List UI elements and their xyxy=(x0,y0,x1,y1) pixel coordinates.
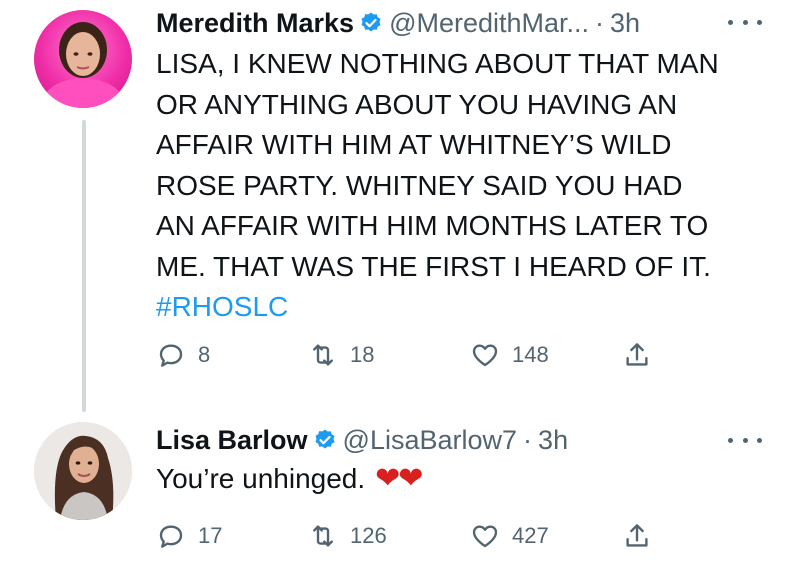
tweet-text-line: ROSE PARTY. WHITNEY SAID YOU HAD xyxy=(156,169,683,201)
like-button[interactable]: 148 xyxy=(470,335,549,375)
retweet-count: 18 xyxy=(350,342,375,367)
more-icon[interactable] xyxy=(728,430,762,450)
share-icon xyxy=(626,343,648,366)
heart-icon xyxy=(472,525,498,548)
share-button[interactable] xyxy=(622,335,664,375)
tweet-header: Meredith Marks @MeredithMar... · 3h xyxy=(156,5,640,41)
tweet-actions: 17 126 427 xyxy=(156,516,676,556)
avatar-portrait xyxy=(40,22,126,108)
retweet-button[interactable]: 18 xyxy=(308,335,374,375)
like-count: 427 xyxy=(512,523,549,548)
reply-button[interactable]: 17 xyxy=(156,516,222,556)
avatar[interactable] xyxy=(34,10,132,108)
reply-count: 17 xyxy=(198,523,223,548)
like-button[interactable]: 427 xyxy=(470,516,549,556)
timestamp[interactable]: 3h xyxy=(610,8,640,39)
tweet-meredith[interactable]: Meredith Marks @MeredithMar... · 3h LISA… xyxy=(0,0,800,412)
display-name[interactable]: Lisa Barlow xyxy=(156,425,308,456)
heart-emoji-icon: ❤❤ xyxy=(375,462,423,495)
hashtag-link[interactable]: #RHOSLC xyxy=(156,287,776,328)
reply-button[interactable]: 8 xyxy=(156,335,210,375)
tweet-text-line: ME. THAT WAS THE FIRST I HEARD OF IT. xyxy=(156,250,711,282)
like-count: 148 xyxy=(512,342,549,367)
tweet-text-line: AN AFFAIR WITH HIM MONTHS LATER TO xyxy=(156,210,709,241)
retweet-icon xyxy=(313,344,333,366)
verified-badge-icon xyxy=(313,428,337,452)
reply-icon xyxy=(159,525,183,548)
timestamp[interactable]: 3h xyxy=(538,425,568,456)
separator-dot: · xyxy=(595,7,605,38)
tweet-text-line: LISA, I KNEW NOTHING ABOUT THAT MAN xyxy=(156,48,719,79)
share-icon xyxy=(626,524,648,547)
more-icon[interactable] xyxy=(728,12,762,32)
reply-icon xyxy=(159,344,183,367)
reply-count: 8 xyxy=(198,342,211,367)
verified-badge-icon xyxy=(359,11,383,35)
heart-icon xyxy=(472,344,498,367)
display-name[interactable]: Meredith Marks xyxy=(156,8,354,39)
avatar[interactable] xyxy=(34,422,132,520)
retweet-button[interactable]: 126 xyxy=(308,516,387,556)
separator-dot: · xyxy=(523,424,533,455)
tweet-header: Lisa Barlow @LisaBarlow7 · 3h xyxy=(156,422,568,458)
handle[interactable]: @LisaBarlow7 xyxy=(343,425,518,456)
share-button[interactable] xyxy=(622,516,664,556)
tweet-actions: 8 18 148 xyxy=(156,335,676,375)
handle[interactable]: @MeredithMar... xyxy=(389,8,589,39)
tweet-lisa[interactable]: Lisa Barlow @LisaBarlow7 · 3h You’re unh… xyxy=(0,410,800,578)
retweet-count: 126 xyxy=(350,523,387,548)
avatar-portrait xyxy=(34,422,132,520)
thread-line xyxy=(82,120,86,412)
retweet-icon xyxy=(313,525,333,547)
tweet-text: LISA, I KNEW NOTHING ABOUT THAT MAN OR A… xyxy=(156,44,776,328)
tweet-text-line: AFFAIR WITH HIM AT WHITNEY’S WILD xyxy=(156,129,672,160)
tweet-text-line: You’re unhinged. xyxy=(156,463,366,494)
tweet-text: You’re unhinged. ❤❤ xyxy=(156,460,776,498)
tweet-text-line: OR ANYTHING ABOUT YOU HAVING AN xyxy=(156,88,678,120)
